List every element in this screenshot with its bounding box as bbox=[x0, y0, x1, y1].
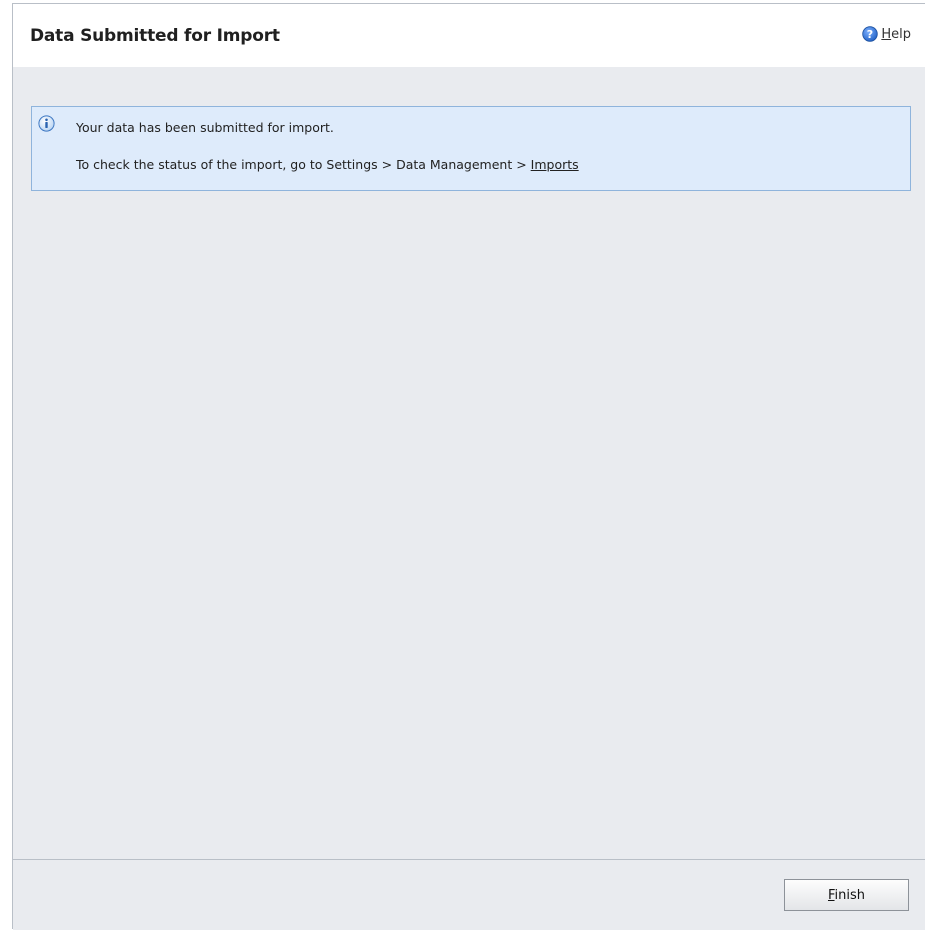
help-icon: ? bbox=[862, 26, 879, 42]
notice-message: Your data has been submitted for import. bbox=[76, 120, 334, 135]
help-mnemonic: H bbox=[881, 26, 892, 42]
notice-path-text: To check the status of the import, go to… bbox=[76, 157, 531, 172]
help-link[interactable]: ? Help bbox=[862, 26, 911, 42]
wizard-header: Data Submitted for Import ? Help bbox=[13, 4, 925, 67]
imports-link[interactable]: Imports bbox=[531, 157, 579, 172]
info-icon bbox=[38, 115, 55, 132]
help-label: elp bbox=[891, 26, 911, 42]
import-wizard-window: Data Submitted for Import ? Help Your da… bbox=[12, 3, 925, 930]
notice-instructions: To check the status of the import, go to… bbox=[76, 157, 579, 172]
finish-button[interactable]: Finish bbox=[784, 879, 909, 911]
svg-text:?: ? bbox=[867, 28, 873, 41]
wizard-footer: Finish bbox=[13, 860, 925, 930]
page-title: Data Submitted for Import bbox=[30, 26, 280, 46]
info-notice: Your data has been submitted for import.… bbox=[31, 106, 911, 191]
finish-label: inish bbox=[834, 887, 866, 903]
